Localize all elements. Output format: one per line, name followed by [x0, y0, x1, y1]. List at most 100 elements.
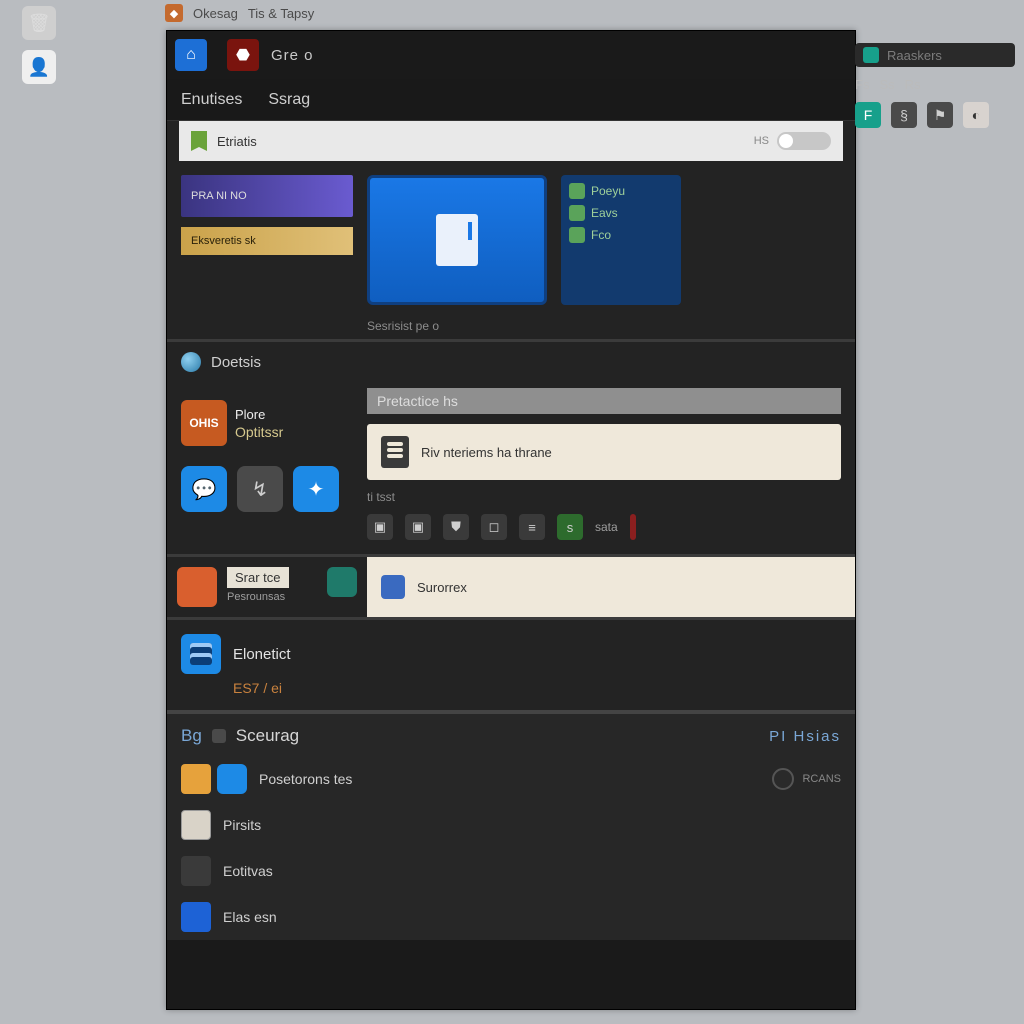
page-icon: [381, 436, 409, 468]
bottom-item-4[interactable]: Elas esn: [181, 894, 841, 940]
grid-icon: [212, 729, 226, 743]
bottom-item-1[interactable]: Posetorons tes RCANS: [181, 756, 841, 802]
detail-icon: [381, 575, 405, 599]
quick-action-4-icon[interactable]: ◐: [963, 102, 989, 128]
desktop-icons: 🗑 👤: [22, 6, 56, 84]
eye-icon: [217, 764, 247, 794]
badge-icon: [772, 768, 794, 790]
list-row-1-title: Srar tce: [227, 567, 289, 588]
feature-card-label: Riv nteriems ha thrane: [421, 445, 552, 460]
tab-alerts[interactable]: ⬣: [227, 39, 259, 71]
quick-action-2-icon[interactable]: §: [891, 102, 917, 128]
bell-icon: [863, 47, 879, 63]
section-featured-title: Etriatis: [217, 134, 257, 149]
promo-1-label: PRA NI NO: [191, 190, 247, 202]
bottom-tab-b[interactable]: Sceurag: [236, 726, 299, 746]
box-icon: [181, 856, 211, 886]
bottom-item-1-label: Posetorons tes: [259, 771, 352, 787]
side-row-2: Eavs: [591, 206, 618, 220]
quick-action-3-icon[interactable]: ⚑: [927, 102, 953, 128]
category-card-1[interactable]: OHIS Plore Optitssr: [181, 388, 353, 458]
user-avatar-icon[interactable]: 👤: [22, 50, 56, 84]
top-link-1[interactable]: Fs: [855, 77, 869, 92]
category-1-subtitle: Optitssr: [235, 424, 283, 440]
globe-icon: [181, 352, 201, 372]
window-titlebar: ◆ Okesag Tis & Tapsy: [165, 4, 314, 22]
list-row-1: Srar tce Pesrounsas Surorrex: [167, 554, 855, 617]
category-tile-chat[interactable]: 💬: [181, 466, 227, 512]
promo-banner-2[interactable]: Eksveretis sk: [181, 225, 353, 257]
side-row-1: Poeyu: [591, 184, 625, 198]
featured-tile-side[interactable]: Poeyu Eavs Fco: [561, 175, 681, 305]
recycle-bin-icon[interactable]: 🗑: [22, 6, 56, 40]
tag-chip-ok[interactable]: s: [557, 514, 583, 540]
bookmark-icon: [191, 131, 207, 151]
category-1-title: Plore: [235, 407, 283, 422]
subnav-item-2[interactable]: Ssrag: [268, 91, 310, 109]
bottom-item-3[interactable]: Eotitvas: [181, 848, 841, 894]
list-row-1-detail-label: Surorrex: [417, 580, 467, 595]
promo-2-label: Eksveretis sk: [191, 235, 256, 247]
subnav-item-1[interactable]: Enutises: [181, 91, 242, 109]
categories-subheader: Pretactice hs: [367, 388, 841, 414]
list-row-1-detail[interactable]: Surorrex: [367, 557, 855, 617]
doc-name: Tis & Tapsy: [248, 6, 314, 21]
category-badge-icon: OHIS: [181, 400, 227, 446]
category-tile-link[interactable]: ↯: [237, 466, 283, 512]
section-featured-header: Etriatis HS: [179, 121, 843, 161]
tag-chip-alert[interactable]: [630, 514, 636, 540]
tab-home[interactable]: ⌂: [175, 39, 207, 71]
leaf-icon: [569, 183, 585, 199]
list-row-1-sub: Pesrounsas: [227, 591, 289, 603]
tag-chip-row: ▣ ▣ ⛊ ◻ ≡ s sata: [367, 514, 841, 540]
list-row-2-icon: [181, 634, 221, 674]
sub-navbar: Enutises Ssrag: [167, 79, 855, 121]
featured-tile-main[interactable]: [367, 175, 547, 305]
tag-chip-1[interactable]: ▣: [367, 514, 393, 540]
document-icon: [436, 214, 478, 266]
doc-icon: [181, 810, 211, 840]
featured-caption: Sesrisist pe o: [167, 319, 855, 339]
leaf-icon: [569, 227, 585, 243]
folder-icon: [181, 764, 211, 794]
featured-toggle[interactable]: [777, 132, 831, 150]
bottom-item-4-label: Elas esn: [223, 909, 277, 925]
bottom-item-2[interactable]: Pirsits: [181, 802, 841, 848]
section-categories: Doetsis OHIS Plore Optitssr 💬 ↯ ✦ Pret: [167, 342, 855, 554]
app-icon: ◆: [165, 4, 183, 22]
top-right-cluster: Raaskers Fs Ss Rs F § ⚑ ◐: [855, 43, 1015, 128]
tag-chip-4[interactable]: ◻: [481, 514, 507, 540]
feature-sublabel: ti tsst: [367, 490, 841, 504]
feature-card[interactable]: Riv nteriems ha thrane: [367, 424, 841, 480]
section-featured: Etriatis HS PRA NI NO Eksveretis sk Poey…: [167, 121, 855, 342]
top-link-3[interactable]: Rs: [905, 77, 921, 92]
bottom-item-3-label: Eotitvas: [223, 863, 273, 879]
tab-label-1: Gre o: [271, 47, 314, 64]
app-window: Raaskers Fs Ss Rs F § ⚑ ◐ ⌂ ⬣ Gre o Enut…: [166, 30, 856, 1010]
leaf-icon: [569, 205, 585, 221]
list-row-2-sub: ES7 / ei: [233, 680, 841, 696]
list-row-2[interactable]: Elonetict ES7 / ei: [167, 617, 855, 710]
side-row-3: Fco: [591, 228, 611, 242]
app-name: Okesag: [193, 6, 238, 21]
tag-chip-shield[interactable]: ⛊: [443, 514, 469, 540]
tag-chip-5[interactable]: ≡: [519, 514, 545, 540]
promo-banner-1[interactable]: PRA NI NO: [181, 175, 353, 217]
tag-chip-2[interactable]: ▣: [405, 514, 431, 540]
toggle-label: HS: [754, 135, 769, 147]
categories-title: Doetsis: [211, 354, 261, 371]
bottom-tab-a[interactable]: Bg: [181, 726, 202, 746]
section-bottom: Bg Sceurag PI Hsias Posetorons tes RCANS…: [167, 710, 855, 940]
category-tile-star[interactable]: ✦: [293, 466, 339, 512]
notifications-label: Raaskers: [887, 48, 942, 63]
notifications-chip[interactable]: Raaskers: [855, 43, 1015, 67]
quick-action-1-icon[interactable]: F: [855, 102, 881, 128]
tag-chip-label: sata: [595, 520, 618, 534]
bottom-item-2-label: Pirsits: [223, 817, 261, 833]
app-tile-teal-icon[interactable]: [327, 567, 357, 597]
square-icon: [181, 902, 211, 932]
bottom-header-right[interactable]: PI Hsias: [769, 728, 841, 745]
top-link-2[interactable]: Ss: [879, 77, 894, 92]
top-tab-strip: ⌂ ⬣ Gre o: [167, 31, 855, 79]
app-tile-orange-icon[interactable]: [177, 567, 217, 607]
